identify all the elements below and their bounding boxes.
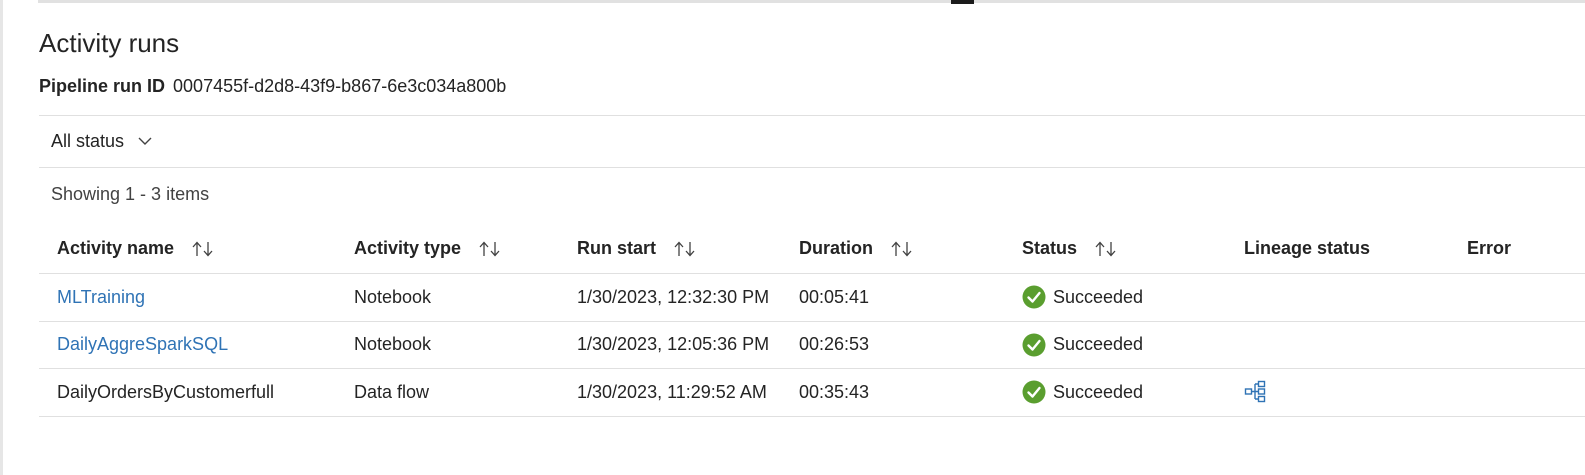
left-panel-border <box>0 0 3 475</box>
status-filter-label: All status <box>51 131 125 151</box>
column-header-duration[interactable]: Duration <box>799 224 913 273</box>
activity-type-cell: Notebook <box>354 286 432 307</box>
status-text: Succeeded <box>1053 286 1144 307</box>
activity-type-cell: Notebook <box>354 334 432 355</box>
activity-runs-table: Activity name Activity type Run start Du… <box>39 224 1585 417</box>
pipeline-run-id-label: Pipeline run ID <box>39 76 166 96</box>
table-header-row: Activity name Activity type Run start Du… <box>39 224 1585 274</box>
activity-type-cell: Data flow <box>354 381 430 402</box>
table-row[interactable]: DailyOrdersByCustomerfull Data flow 1/30… <box>39 369 1585 417</box>
splitter-handle[interactable] <box>951 0 974 4</box>
activity-name-link[interactable]: MLTraining <box>57 274 145 321</box>
table-row[interactable]: DailyAggreSparkSQL Notebook 1/30/2023, 1… <box>39 322 1585 369</box>
column-header-activity-name[interactable]: Activity name <box>57 224 214 273</box>
sort-icon[interactable] <box>891 241 913 257</box>
activity-name-cell: DailyOrdersByCustomerfull <box>57 381 275 402</box>
sort-icon[interactable] <box>192 241 214 257</box>
duration-cell: 00:35:43 <box>799 381 870 402</box>
duration-cell: 00:05:41 <box>799 286 870 307</box>
top-scroll-strip <box>38 0 1585 3</box>
run-start-cell: 1/30/2023, 12:05:36 PM <box>577 334 770 355</box>
success-check-icon <box>1022 285 1046 309</box>
run-start-cell: 1/30/2023, 12:32:30 PM <box>577 286 770 307</box>
column-header-run-start[interactable]: Run start <box>577 224 696 273</box>
status-cell: Succeeded <box>1022 322 1143 369</box>
duration-cell: 00:26:53 <box>799 334 870 355</box>
lineage-status-cell <box>1244 369 1268 416</box>
column-header-error: Error <box>1467 238 1512 258</box>
column-header-activity-type[interactable]: Activity type <box>354 224 501 273</box>
run-start-cell: 1/30/2023, 11:29:52 AM <box>577 381 767 402</box>
status-cell: Succeeded <box>1022 274 1143 321</box>
status-text: Succeeded <box>1053 381 1144 402</box>
divider <box>39 167 1585 168</box>
success-check-icon <box>1022 333 1046 357</box>
status-text: Succeeded <box>1053 334 1144 355</box>
column-header-status[interactable]: Status <box>1022 224 1117 273</box>
sort-icon[interactable] <box>1095 241 1117 257</box>
column-header-lineage-status: Lineage status <box>1244 238 1371 258</box>
table-row[interactable]: MLTraining Notebook 1/30/2023, 12:32:30 … <box>39 274 1585 322</box>
sort-icon[interactable] <box>479 241 501 257</box>
chevron-down-icon <box>138 137 152 146</box>
status-filter-dropdown[interactable]: All status <box>51 131 152 152</box>
page-title: Activity runs <box>39 28 180 58</box>
pipeline-run-id-row: Pipeline run ID 0007455f-d2d8-43f9-b867-… <box>39 76 506 97</box>
status-cell: Succeeded <box>1022 369 1143 416</box>
lineage-diagram-icon[interactable] <box>1244 380 1268 404</box>
pipeline-run-id-value: 0007455f-d2d8-43f9-b867-6e3c034a800b <box>173 76 507 96</box>
sort-icon[interactable] <box>674 241 696 257</box>
success-check-icon <box>1022 380 1046 404</box>
divider <box>39 115 1585 116</box>
item-count-text: Showing 1 - 3 items <box>51 184 210 204</box>
activity-name-link[interactable]: DailyAggreSparkSQL <box>57 322 228 369</box>
